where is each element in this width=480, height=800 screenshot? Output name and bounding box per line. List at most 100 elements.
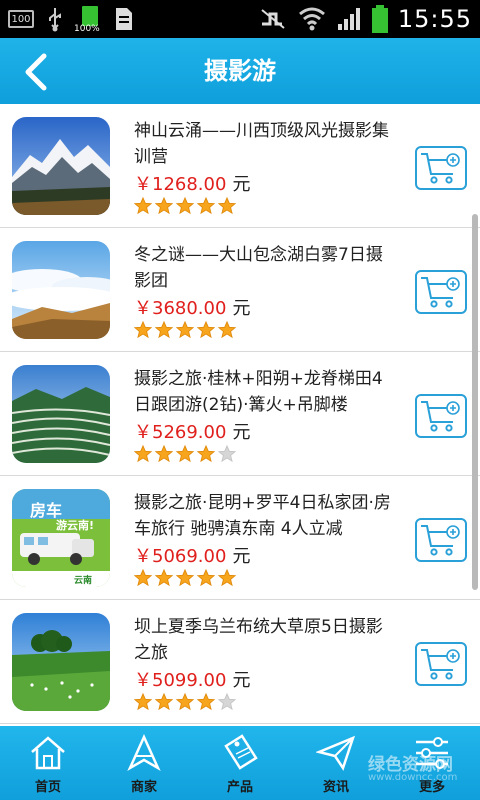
list-item[interactable]: 房车 游云南! 云南 摄影之旅·昆明+罗平4日私家团·房车旅行 驰骋滇东南 4人… [0, 476, 480, 600]
star-filled-icon [134, 693, 152, 711]
cart-plus-icon [421, 525, 460, 556]
star-filled-icon [176, 197, 194, 215]
add-to-cart-button[interactable] [415, 394, 467, 438]
star-filled-icon [155, 197, 173, 215]
star-filled-icon [134, 321, 152, 339]
star-filled-icon [155, 321, 173, 339]
rv-travel-poster[interactable]: 房车 游云南! 云南 [12, 489, 110, 587]
cart-plus-icon [421, 649, 460, 680]
price-value: ￥5069.00 [134, 546, 227, 567]
product-list[interactable]: 神山云涌——川西顶级风光摄影集训营 ￥1268.00 元 冬之谜——大山包念湖白… [0, 104, 480, 726]
product-title: 坝上夏季乌兰布统大草原5日摄影之旅 [134, 617, 383, 663]
header-bar: 摄影游 [0, 38, 480, 104]
rating-stars [134, 569, 236, 587]
battery-percent-text: 100% [74, 24, 100, 34]
price-value: ￥5099.00 [134, 670, 227, 691]
nav-item-merchant[interactable]: 商家 [96, 726, 192, 800]
document-icon [116, 8, 132, 30]
star-filled-icon [176, 445, 194, 463]
product-price: ￥3680.00 元 [134, 294, 250, 320]
star-filled-icon [176, 569, 194, 587]
list-item[interactable]: 冬之谜——大山包念湖白雾7日摄影团 ￥3680.00 元 [0, 228, 480, 352]
star-filled-icon [155, 693, 173, 711]
rice-terraces-photo[interactable] [12, 365, 110, 463]
poster-subtitle: 游云南! [56, 519, 95, 532]
nav-label: 资讯 [322, 780, 349, 795]
page-title: 摄影游 [204, 57, 276, 85]
product-title: 冬之谜——大山包念湖白雾7日摄影团 [134, 245, 383, 291]
product-title: 摄影之旅·桂林+阳朔+龙脊梯田4日跟团游(2钻)·篝火+吊脚楼 [134, 369, 383, 415]
add-to-cart-button[interactable] [415, 518, 467, 562]
star-empty-icon [218, 693, 236, 711]
nav-item-more[interactable]: 更多 [384, 726, 480, 800]
signal-icon [337, 8, 360, 30]
list-item[interactable]: 神山云涌——川西顶级风光摄影集训营 ￥1268.00 元 [0, 104, 480, 228]
home-icon [31, 736, 65, 770]
nav-label: 产品 [226, 780, 253, 795]
price-unit: 元 [232, 174, 251, 195]
nav-label: 首页 [34, 780, 61, 795]
product-price: ￥5099.00 元 [134, 666, 250, 692]
nav-item-home[interactable]: 首页 [0, 726, 96, 800]
star-filled-icon [218, 321, 236, 339]
product-price: ￥5269.00 元 [134, 418, 250, 444]
battery-status-icon [371, 5, 388, 33]
sale-tag-icon [224, 734, 258, 770]
star-filled-icon [134, 197, 152, 215]
merchant-icon [127, 734, 161, 771]
star-filled-icon [134, 445, 152, 463]
list-item[interactable]: 坝上夏季乌兰布统大草原5日摄影之旅 ￥5099.00 元 [0, 600, 480, 724]
star-filled-icon [197, 693, 215, 711]
rating-stars [134, 445, 236, 463]
price-value: ￥3680.00 [134, 298, 227, 319]
add-to-cart-button[interactable] [415, 270, 467, 314]
scrollbar[interactable] [472, 214, 478, 590]
status-indicator-text: 100 [11, 13, 31, 25]
price-unit: 元 [232, 422, 251, 443]
star-filled-icon [197, 321, 215, 339]
grassland-photo[interactable] [12, 613, 110, 711]
star-filled-icon [176, 693, 194, 711]
mute-icon [261, 9, 285, 29]
add-to-cart-button[interactable] [415, 642, 467, 686]
nav-item-news[interactable]: 资讯 [288, 726, 384, 800]
poster-footer: 云南 [74, 576, 93, 586]
usb-icon [49, 8, 61, 32]
cart-plus-icon [421, 401, 460, 432]
nav-label: 更多 [418, 780, 445, 795]
sea-of-clouds-photo[interactable] [12, 241, 110, 339]
star-empty-icon [218, 445, 236, 463]
list-item[interactable]: 摄影之旅·桂林+阳朔+龙脊梯田4日跟团游(2钻)·篝火+吊脚楼 ￥5269.00… [0, 352, 480, 476]
clock-time: 15:55 [397, 5, 472, 33]
rating-stars [134, 321, 236, 339]
star-filled-icon [155, 445, 173, 463]
price-unit: 元 [232, 546, 251, 567]
storage-full-icon: 100 [8, 10, 34, 28]
product-price: ￥5069.00 元 [134, 542, 250, 568]
price-unit: 元 [232, 670, 251, 691]
star-filled-icon [197, 569, 215, 587]
bottom-nav: 首页 商家 产品 资讯 更多 [0, 726, 480, 800]
star-filled-icon [134, 569, 152, 587]
nav-item-products[interactable]: 产品 [192, 726, 288, 800]
star-filled-icon [218, 197, 236, 215]
cart-plus-icon [421, 153, 460, 184]
price-value: ￥5269.00 [134, 422, 227, 443]
paper-plane-icon [316, 735, 356, 771]
add-to-cart-button[interactable] [415, 146, 467, 190]
rating-stars [134, 197, 236, 215]
status-bar: 100 100% 15:55 [0, 0, 480, 38]
product-price: ￥1268.00 元 [134, 170, 250, 196]
star-filled-icon [176, 321, 194, 339]
star-filled-icon [155, 569, 173, 587]
product-title: 摄影之旅·昆明+罗平4日私家团·房车旅行 驰骋滇东南 4人立减 [134, 493, 391, 539]
cart-plus-icon [421, 277, 460, 308]
battery-icon: 100% [74, 3, 102, 35]
nav-label: 商家 [130, 780, 157, 795]
star-filled-icon [218, 569, 236, 587]
snow-mountain-photo[interactable] [12, 117, 110, 215]
wifi-icon [298, 7, 325, 31]
price-value: ￥1268.00 [134, 174, 227, 195]
rating-stars [134, 693, 236, 711]
settings-sliders-icon [416, 737, 448, 769]
